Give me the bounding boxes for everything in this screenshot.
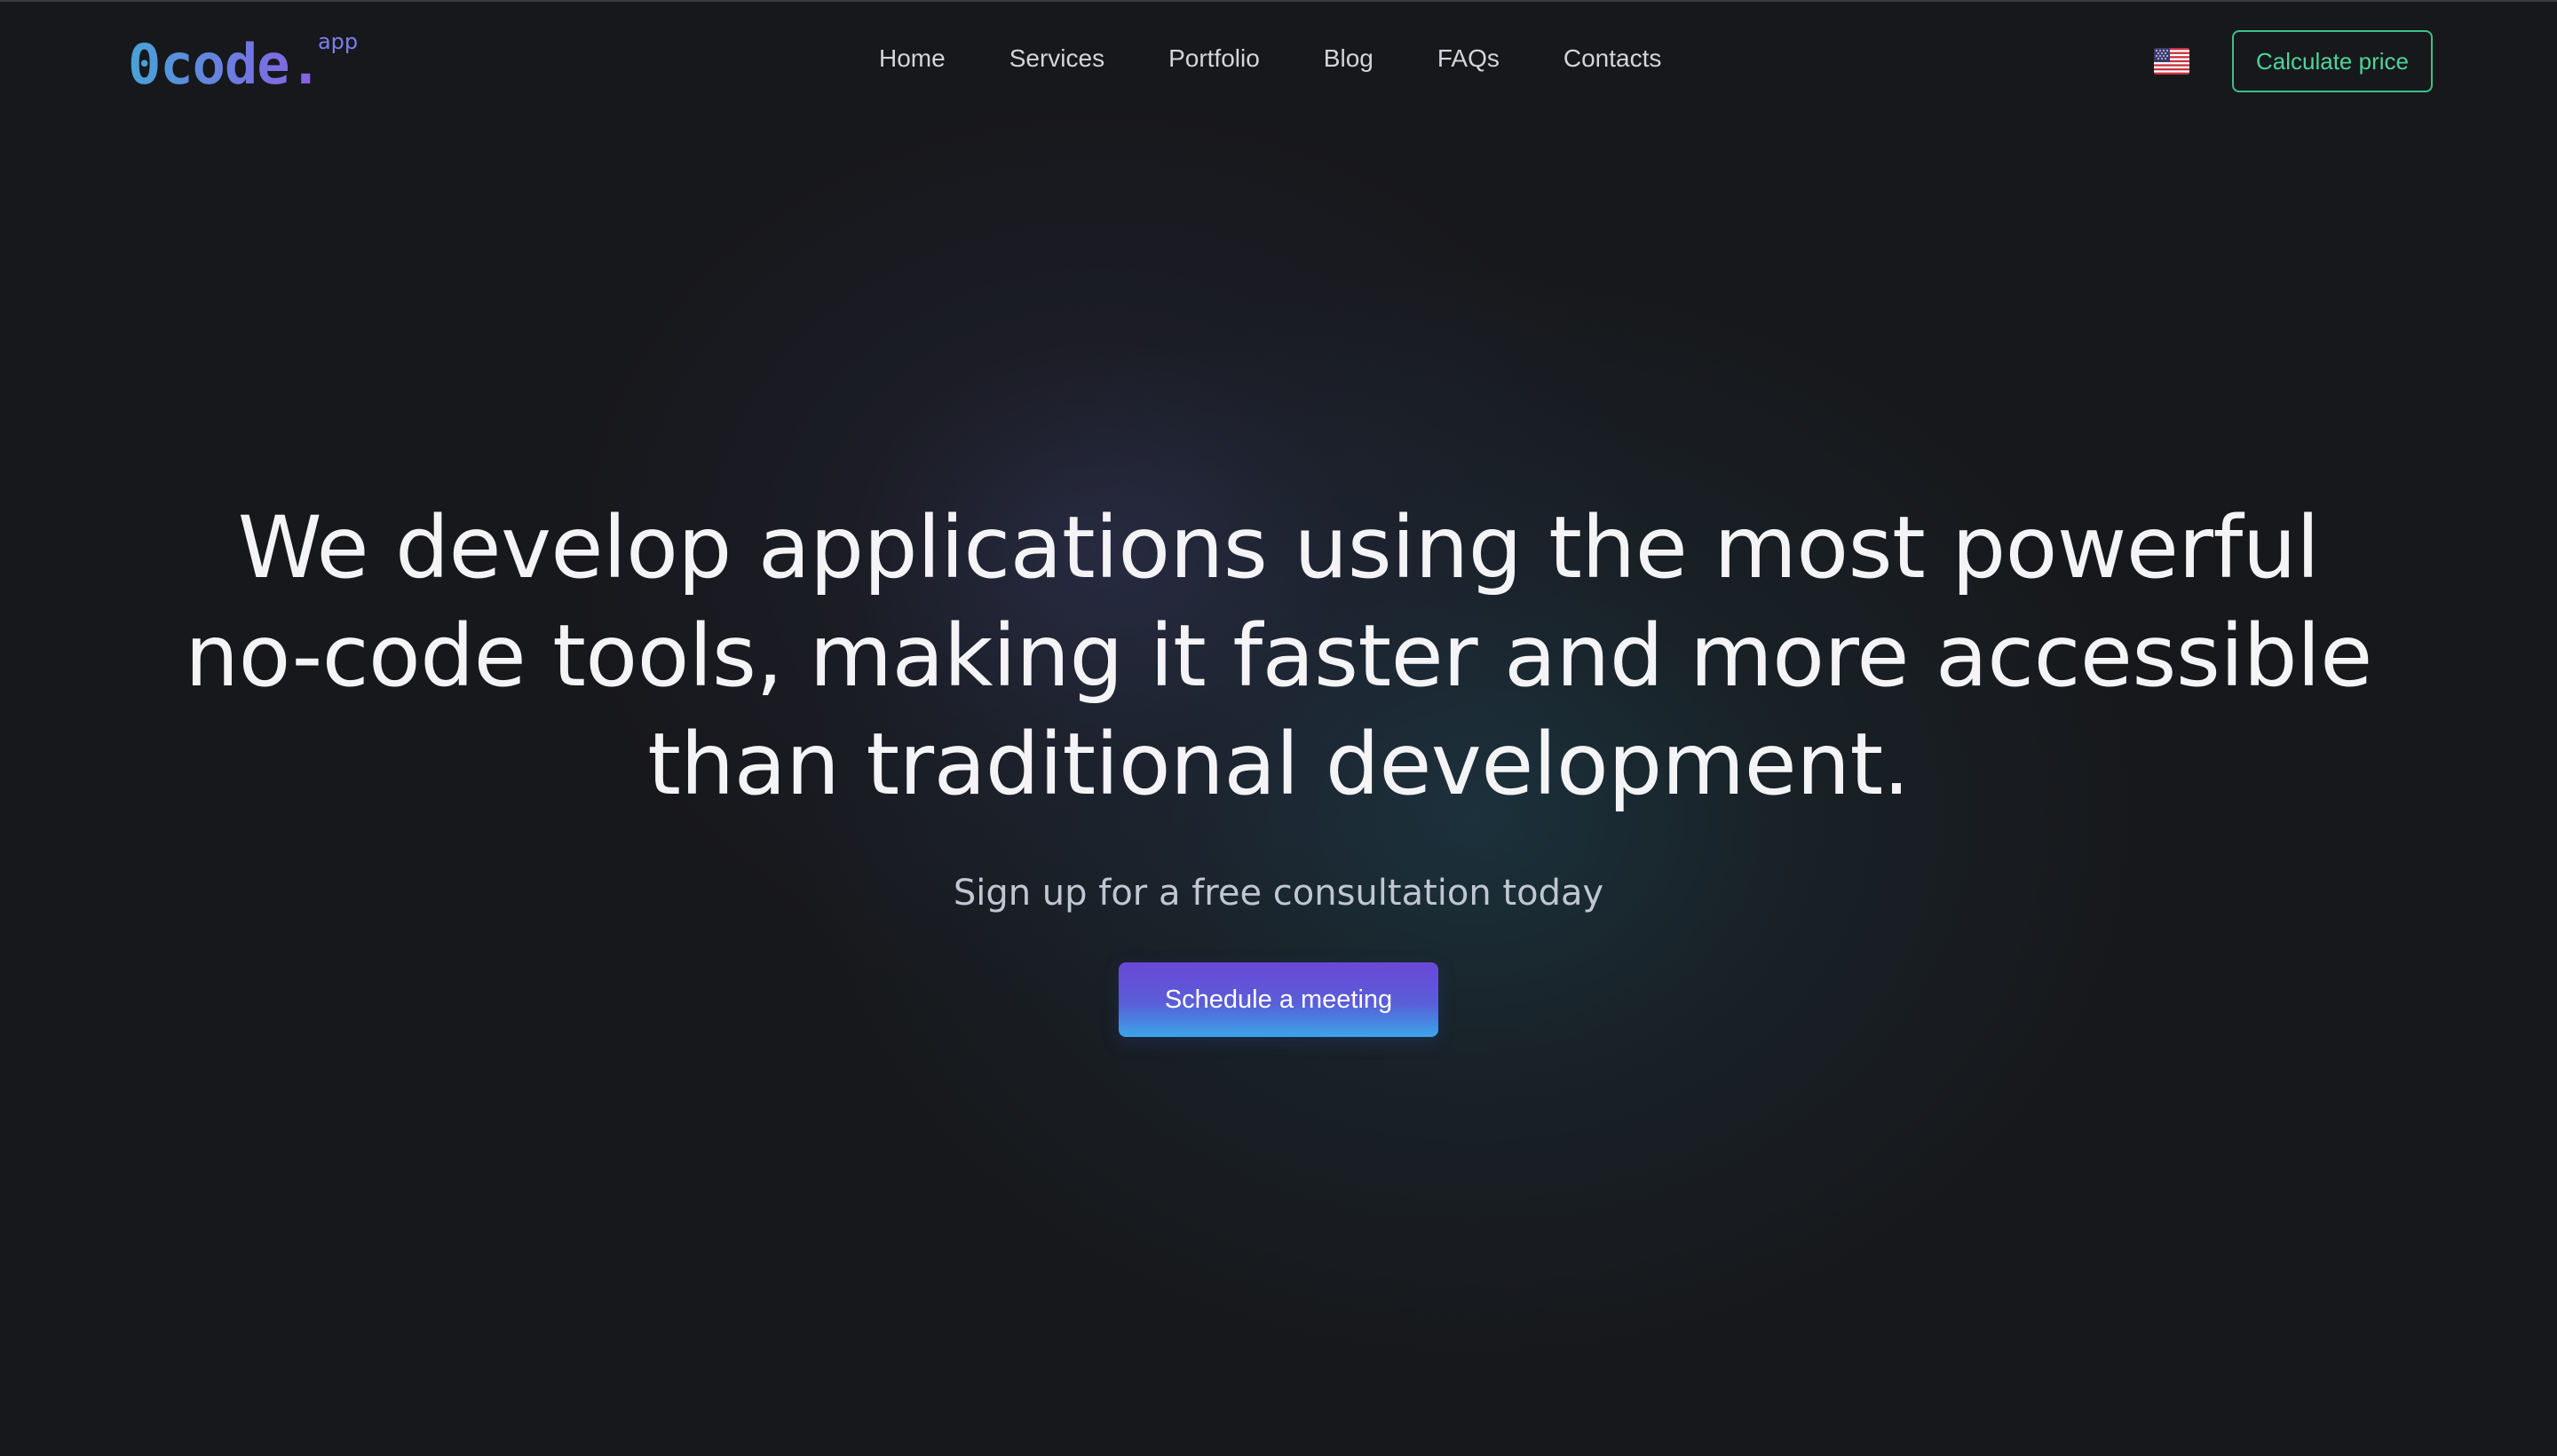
hero-subtitle: Sign up for a free consultation today	[953, 873, 1604, 914]
nav-portfolio[interactable]: Portfolio	[1168, 39, 1260, 78]
main-nav: Home Services Portfolio Blog FAQs Contac…	[879, 39, 1661, 78]
hero-title: We develop applications using the most p…	[185, 498, 2372, 814]
us-flag-icon[interactable]	[2154, 48, 2189, 75]
nav-blog[interactable]: Blog	[1324, 39, 1373, 78]
schedule-meeting-button[interactable]: Schedule a meeting	[1119, 962, 1438, 1037]
logo-superscript: app	[317, 29, 359, 54]
logo[interactable]: 0code. app	[128, 25, 358, 105]
logo-text: 0code.	[128, 25, 322, 105]
nav-faqs[interactable]: FAQs	[1437, 39, 1500, 78]
nav-services[interactable]: Services	[1009, 39, 1104, 78]
calculate-price-button[interactable]: Calculate price	[2232, 30, 2433, 92]
site-header: 0code. app Home Services Portfolio Blog …	[0, 0, 2557, 124]
nav-home[interactable]: Home	[879, 39, 946, 78]
nav-contacts[interactable]: Contacts	[1563, 39, 1662, 78]
